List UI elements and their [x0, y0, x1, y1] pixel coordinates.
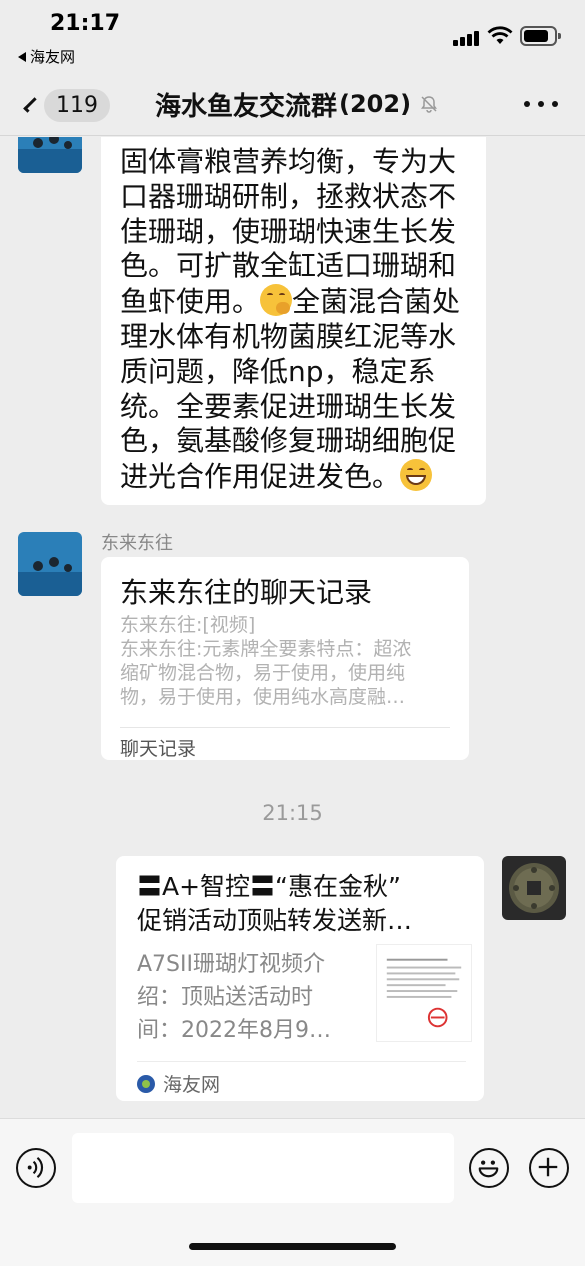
status-time: 21:17	[50, 11, 121, 36]
sender-name: 东来东往	[101, 533, 173, 554]
emoji-icon	[478, 1160, 499, 1178]
divider	[120, 727, 450, 728]
bell-mute-icon	[421, 96, 438, 113]
voice-icon	[27, 1156, 44, 1179]
plus-icon	[538, 1157, 558, 1177]
message-bubble-text[interactable]: 固体膏粮营养均衡，专为大 口器珊瑚研制，拯救状态不 佳珊瑚，使珊瑚快速生长发 色…	[101, 137, 486, 505]
grinning-face-emoji	[400, 459, 433, 492]
chat-messages[interactable]: 固体膏粮营养均衡，专为大 口器珊瑚研制，拯救状态不 佳珊瑚，使珊瑚快速生长发 色…	[0, 137, 585, 1118]
member-count: (202)	[339, 90, 412, 118]
link-description: A7SII珊瑚灯视频介 绍：顶贴送活动时 间：2022年8月9…	[137, 952, 331, 1043]
home-indicator[interactable]	[189, 1243, 396, 1250]
unread-count-badge: 119	[44, 88, 110, 122]
avatar[interactable]	[18, 532, 82, 596]
group-name: 海水鱼友交流群	[155, 91, 338, 122]
message-timestamp: 21:15	[262, 801, 323, 825]
back-button[interactable]: 119	[20, 87, 110, 123]
link-thumbnail	[376, 944, 472, 1042]
message-text: 固体膏粮营养均衡，专为大 口器珊瑚研制，拯救状态不 佳珊瑚，使珊瑚快速生长发 色…	[120, 145, 461, 494]
message-input[interactable]	[72, 1133, 454, 1203]
chevron-left-icon	[23, 97, 39, 113]
source-logo-icon	[137, 1074, 155, 1093]
back-app-label: 海友网	[30, 48, 76, 66]
chat-nav-bar: 119 海水鱼友交流群 (202)	[0, 70, 585, 136]
more-dots-icon	[524, 101, 530, 107]
link-title: 〓A+智控〓“惠在金秋” 促销活动顶贴转发送新…	[137, 872, 413, 935]
wifi-icon	[487, 26, 513, 44]
chat-title[interactable]: 海水鱼友交流群 (202)	[155, 84, 439, 124]
chat-record-footer: 聊天记录	[120, 738, 197, 760]
link-card[interactable]: 〓A+智控〓“惠在金秋” 促销活动顶贴转发送新… A7SII珊瑚灯视频介 绍：顶…	[116, 856, 484, 1101]
status-bar: 21:17 海友网	[0, 0, 585, 70]
chat-record-card[interactable]: 东来东往的聊天记录 东来东往:[视频] 东来东往:元素牌全要素特点：超浓 缩矿物…	[101, 557, 469, 760]
avatar[interactable]	[18, 137, 82, 173]
my-avatar[interactable]	[502, 856, 566, 920]
chat-record-title: 东来东往的聊天记录	[120, 576, 373, 609]
link-source: 海友网	[137, 1070, 220, 1097]
cellular-signal-icon	[453, 30, 479, 46]
more-functions-button[interactable]	[529, 1148, 569, 1188]
back-triangle-icon	[18, 51, 26, 62]
chat-record-preview: 东来东往:[视频] 东来东往:元素牌全要素特点：超浓 缩矿物混合物，易于使用，使…	[120, 614, 412, 708]
emoji-button[interactable]	[469, 1148, 509, 1188]
back-to-app-link[interactable]: 海友网	[18, 46, 75, 67]
link-source-label: 海友网	[163, 1074, 221, 1096]
more-options-button[interactable]	[524, 94, 558, 114]
thinking-face-emoji	[260, 284, 293, 317]
divider	[137, 1061, 466, 1062]
voice-input-button[interactable]	[16, 1148, 56, 1188]
battery-icon	[520, 26, 561, 46]
